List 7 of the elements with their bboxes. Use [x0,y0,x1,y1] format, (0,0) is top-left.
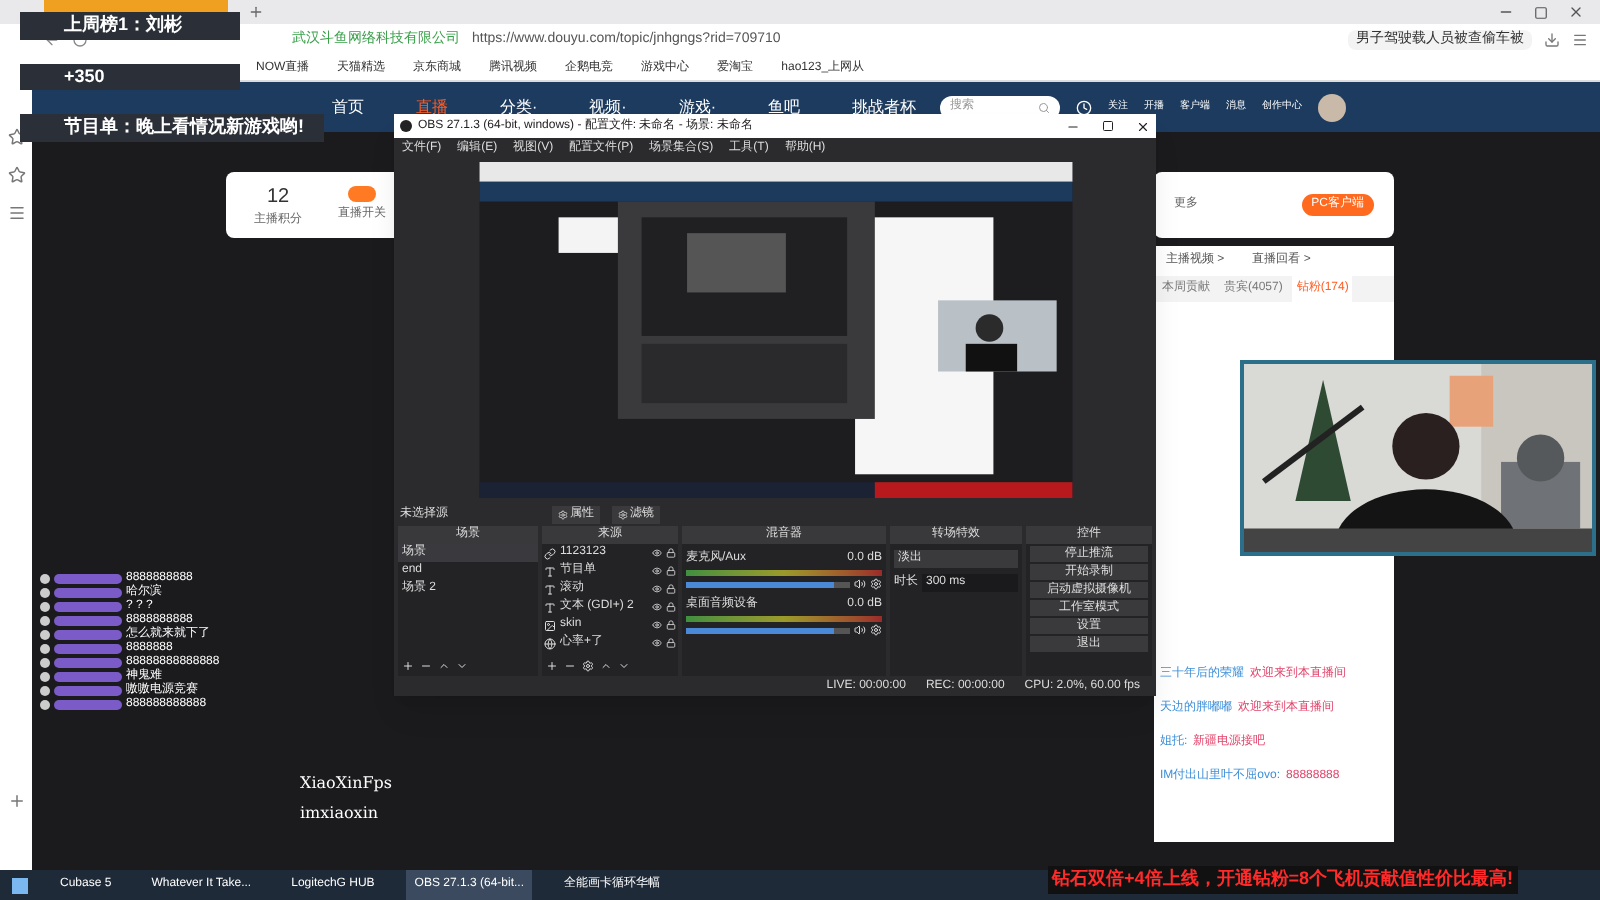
promo-banner: 钻石双倍+4倍上线，开通钻粉=8个飞机贡献值性价比最高! [1048,866,1518,893]
score-value: 12 [266,183,290,211]
rank-overlay: 上周榜1：刘彬 [20,12,240,39]
points-overlay: +350 [20,63,240,90]
program-overlay: 节目单：晚上看情况新游戏哟! [20,114,324,141]
social-handle: imxiaoxin [300,802,381,826]
social-handle: XiaoXinFps [300,772,393,796]
